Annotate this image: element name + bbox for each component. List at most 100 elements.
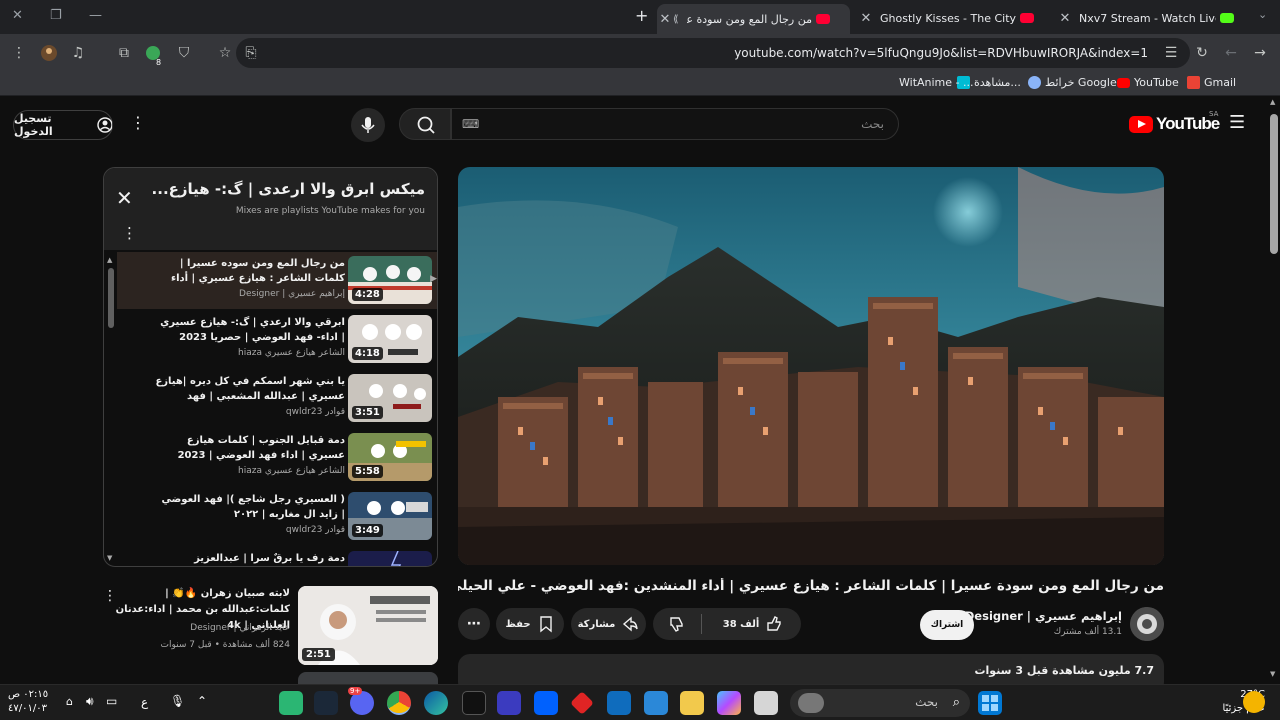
video-thumbnail[interactable]: 4:18 bbox=[348, 315, 432, 363]
playlist-item-title: دمة رف يا برقٌ سرا | عبدالعزيز الفيفي ' … bbox=[194, 553, 345, 564]
battery-icon[interactable]: ▭ bbox=[106, 694, 117, 708]
voice-search-button[interactable] bbox=[351, 108, 385, 142]
like-button[interactable]: 38 ألف bbox=[705, 608, 801, 640]
search-highlight-icon bbox=[798, 693, 824, 713]
input-language[interactable]: ع bbox=[141, 695, 148, 709]
search-input[interactable]: ⌨ بحث bbox=[451, 108, 899, 140]
close-tab-icon[interactable]: ✕ bbox=[858, 11, 874, 26]
recommended-video-stats: 824 ألف مشاهدة • قبل 7 سنوات bbox=[160, 640, 290, 650]
new-tab-button[interactable]: + bbox=[635, 6, 648, 25]
playlist-item[interactable]: 3:51 يا بني شهر اسمكم في كل ديره |هيازع … bbox=[117, 370, 437, 427]
guide-menu-icon[interactable]: ☰ bbox=[1229, 112, 1245, 133]
discord-icon[interactable]: 9+ bbox=[348, 687, 374, 715]
menu-dots-icon[interactable]: ⋮ bbox=[10, 44, 28, 62]
duration-badge: 4:18 bbox=[352, 347, 383, 360]
playlist-item[interactable]: 5:58 دمة قبايل الجنوب | كلمات هيازع عسير… bbox=[117, 429, 437, 486]
maximize-window-icon[interactable]: ❐ bbox=[50, 8, 62, 23]
tab-kick-stream[interactable]: ✕ Nxv7 Stream - Watch Live on K bbox=[1057, 6, 1247, 30]
app-icon-1[interactable] bbox=[279, 691, 303, 715]
channel-avatar[interactable] bbox=[1130, 607, 1164, 641]
install-app-icon[interactable]: ⎘ bbox=[242, 44, 260, 62]
extension-badge-icon[interactable]: 8 bbox=[144, 44, 162, 67]
share-button[interactable]: مشاركة bbox=[571, 608, 646, 640]
mic-tray-icon[interactable]: 🎙︎ bbox=[170, 694, 185, 708]
close-tab-icon[interactable]: ✕ bbox=[1057, 11, 1073, 26]
youtube-logo[interactable]: YouTube bbox=[1129, 114, 1220, 134]
dislike-button[interactable] bbox=[653, 608, 701, 640]
tab-search-icon[interactable]: ⌄ bbox=[1258, 8, 1267, 21]
browser-toolbar: ⋮ ♫ ⧉ 8 ⛉ ☆ ⎘ youtube.com/watch?v=5lfuQn… bbox=[0, 34, 1280, 72]
subscribe-button[interactable]: اشتراك bbox=[920, 610, 974, 640]
save-button[interactable]: حفظ bbox=[496, 608, 564, 640]
search-button[interactable] bbox=[399, 108, 451, 140]
store-icon[interactable] bbox=[644, 691, 668, 715]
profile-avatar-icon[interactable] bbox=[40, 44, 58, 62]
dropbox-icon[interactable] bbox=[534, 691, 558, 715]
network-icon[interactable]: ⌂ bbox=[66, 695, 73, 708]
page-scrollbar[interactable]: ▲ ▼ bbox=[1268, 96, 1280, 684]
bookmark-youtube[interactable]: YouTube bbox=[1117, 76, 1179, 89]
playlist-item[interactable]: 3:49 ( العسيري رجل شاجع )| فهد العوضي | … bbox=[117, 488, 437, 545]
forward-icon[interactable]: ← bbox=[1222, 44, 1240, 62]
epic-games-icon[interactable] bbox=[462, 691, 486, 715]
view-count: 7.7 مليون مشاهدة قبل 3 سنوات bbox=[974, 664, 1154, 677]
playlist-item[interactable]: 4:28 من رجال المع ومن سوده عسيرا | كلمات… bbox=[117, 252, 437, 309]
recommended-video-channel: عايد الزهراني | Designer bbox=[190, 623, 290, 633]
video-thumbnail[interactable] bbox=[348, 551, 432, 566]
keyboard-icon[interactable]: ⌨ bbox=[462, 117, 479, 131]
video-menu-icon[interactable]: ⋮ bbox=[103, 588, 117, 604]
extensions-icon[interactable]: ⧉ bbox=[115, 44, 133, 62]
playlist-menu-icon[interactable]: ⋮ bbox=[122, 224, 137, 242]
playlist-item-channel: الشاعر هيازع عسيري hiaza bbox=[238, 466, 345, 476]
channel-name[interactable]: إبراهيم عسيري | Designer bbox=[965, 609, 1122, 623]
playlist-item[interactable]: دمة رف يا برقٌ سرا | عبدالعزيز الفيفي ' … bbox=[117, 547, 437, 566]
media-control-icon[interactable]: ♫ bbox=[69, 44, 87, 62]
video-thumbnail[interactable]: 2:51 bbox=[298, 586, 438, 665]
url-text[interactable]: youtube.com/watch?v=5lfuQngu9Jo&list=RDV… bbox=[734, 46, 1148, 60]
bookmark-gmail[interactable]: Gmail bbox=[1187, 76, 1236, 89]
taskbar-search[interactable]: بحث ⌕ bbox=[790, 689, 970, 717]
browser-tab-strip: ✕ ❐ — + ✕ ⟪ من رجال المع ومن سودة عسيرا … bbox=[0, 0, 1280, 34]
outlook-icon[interactable] bbox=[607, 691, 631, 715]
playlist-scrollbar[interactable]: ▲ ▼ bbox=[107, 256, 115, 566]
settings-dots-icon[interactable]: ⋮ bbox=[130, 113, 146, 132]
show-hidden-icons[interactable]: ⌃ bbox=[197, 694, 207, 708]
close-icon[interactable]: ✕ bbox=[116, 186, 133, 210]
start-button[interactable] bbox=[978, 691, 1002, 715]
subscriber-count: 13.1 ألف مشترك bbox=[1053, 627, 1122, 637]
steam-icon[interactable] bbox=[314, 691, 338, 715]
close-tab-icon[interactable]: ✕ bbox=[657, 12, 673, 27]
video-player[interactable] bbox=[458, 167, 1164, 565]
volume-icon[interactable]: 🔊︎ bbox=[86, 694, 94, 709]
minimize-window-icon[interactable]: — bbox=[89, 8, 102, 23]
tab-active[interactable]: ✕ ⟪ من رجال المع ومن سودة عسيرا bbox=[657, 4, 850, 34]
back-icon[interactable]: → bbox=[1251, 44, 1269, 62]
app-icon-3[interactable] bbox=[570, 691, 594, 715]
app-icon-4[interactable] bbox=[754, 691, 778, 715]
bookmark-witanime[interactable]: WitAnime - ... bbox=[899, 76, 974, 89]
bookmark-google-maps[interactable]: خرائط Google bbox=[1028, 76, 1117, 89]
sign-in-button[interactable]: تسجيل الدخول bbox=[13, 110, 113, 140]
video-thumbnail[interactable]: 3:51 bbox=[348, 374, 432, 422]
app-icon-2[interactable] bbox=[497, 691, 521, 715]
system-clock[interactable]: ٠٢:١٥ ص ٤٧/٠١/٠٣ bbox=[8, 688, 58, 716]
close-window-icon[interactable]: ✕ bbox=[12, 8, 23, 23]
video-thumbnail[interactable]: 4:28 bbox=[348, 256, 432, 304]
video-thumbnail[interactable]: 3:49 bbox=[348, 492, 432, 540]
search-icon: ⌕ bbox=[952, 695, 960, 710]
tab-ghostly-kisses[interactable]: ✕ Ghostly Kisses - The City Holds bbox=[858, 6, 1048, 30]
chrome-icon[interactable] bbox=[387, 691, 411, 715]
video-thumbnail[interactable]: 5:58 bbox=[348, 433, 432, 481]
playlist-item[interactable]: 4:18 ابرقي والا ارعدي | گ:- هيازع عسيري … bbox=[117, 311, 437, 368]
more-actions-button[interactable]: ⋯ bbox=[458, 608, 490, 640]
file-explorer-icon[interactable] bbox=[680, 691, 704, 715]
recommended-video[interactable]: 2:51 لابته صبيان زهران 🔥👏 | كلمات:عبدالل… bbox=[103, 586, 438, 666]
site-settings-icon[interactable]: ☰ bbox=[1162, 44, 1180, 62]
kick-icon bbox=[1220, 13, 1234, 23]
edge-icon[interactable] bbox=[424, 691, 448, 715]
shield-icon[interactable]: ⛉ bbox=[175, 44, 193, 62]
bookmark-star-icon[interactable]: ☆ bbox=[216, 44, 234, 62]
copilot-icon[interactable] bbox=[717, 691, 741, 715]
reload-icon[interactable]: ↻ bbox=[1193, 44, 1211, 62]
address-bar[interactable]: ⎘ youtube.com/watch?v=5lfuQngu9Jo&list=R… bbox=[236, 38, 1190, 68]
